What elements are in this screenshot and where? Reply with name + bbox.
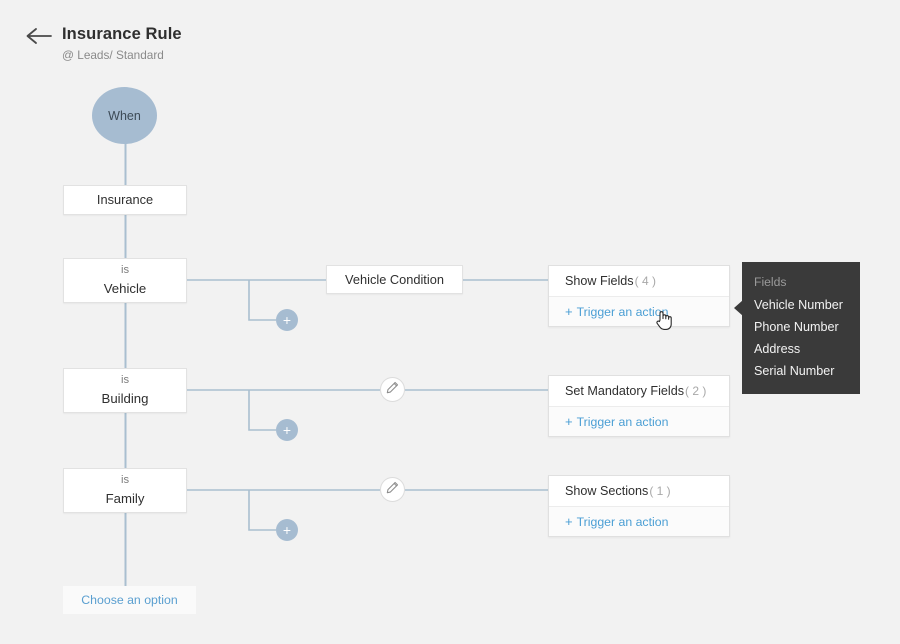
action-panel-show-sections: Show Sections ( 1 ) + Trigger an action xyxy=(548,475,730,537)
page-header: Insurance Rule @ Leads/ Standard xyxy=(0,0,900,70)
branch-node-value: Building xyxy=(102,391,149,407)
branch-node-building[interactable]: is Building xyxy=(63,368,187,413)
action-title-show-sections[interactable]: Show Sections ( 1 ) xyxy=(549,476,729,506)
action-panel-set-mandatory-fields: Set Mandatory Fields ( 2 ) + Trigger an … xyxy=(548,375,730,437)
action-title-label: Show Fields xyxy=(565,274,634,288)
action-title-set-mandatory-fields[interactable]: Set Mandatory Fields ( 2 ) xyxy=(549,376,729,406)
tooltip-header: Fields xyxy=(742,272,860,294)
trigger-action-link[interactable]: + Trigger an action xyxy=(549,407,729,436)
tooltip-list-item[interactable]: Address xyxy=(742,338,860,360)
branch-node-value: Family xyxy=(106,491,145,507)
action-panel-show-fields: Show Fields ( 4 ) + Trigger an action xyxy=(548,265,730,327)
condition-node-vehicle-condition[interactable]: Vehicle Condition xyxy=(326,265,463,294)
plus-icon: + xyxy=(565,415,573,428)
trigger-node-when[interactable]: When xyxy=(92,87,157,144)
add-branch-button[interactable]: + xyxy=(276,309,298,331)
branch-node-value: Vehicle xyxy=(104,281,147,297)
pencil-icon xyxy=(386,481,399,499)
action-title-show-fields[interactable]: Show Fields ( 4 ) xyxy=(549,266,729,296)
plus-icon: + xyxy=(565,305,573,318)
action-title-count: ( 4 ) xyxy=(635,274,656,288)
condition-node-label: Vehicle Condition xyxy=(345,272,444,287)
tooltip-list-item[interactable]: Serial Number xyxy=(742,360,860,382)
trigger-action-link[interactable]: + Trigger an action xyxy=(549,297,729,326)
add-branch-button[interactable]: + xyxy=(276,519,298,541)
choose-an-option-button[interactable]: Choose an option xyxy=(63,586,196,614)
pencil-icon xyxy=(386,381,399,399)
trigger-action-link[interactable]: + Trigger an action xyxy=(549,507,729,536)
fields-tooltip: Fields Vehicle Number Phone Number Addre… xyxy=(742,262,860,394)
page-title: Insurance Rule xyxy=(62,25,182,44)
trigger-action-label: Trigger an action xyxy=(577,415,669,429)
rule-root-node-label: Insurance xyxy=(97,192,153,207)
trigger-action-label: Trigger an action xyxy=(577,515,669,529)
tooltip-list-item[interactable]: Phone Number xyxy=(742,316,860,338)
back-arrow-icon[interactable] xyxy=(26,27,52,45)
rule-root-node-insurance[interactable]: Insurance xyxy=(63,185,187,215)
branch-node-operator: is xyxy=(121,474,129,487)
tooltip-list-item[interactable]: Vehicle Number xyxy=(742,294,860,316)
add-branch-button[interactable]: + xyxy=(276,419,298,441)
branch-node-operator: is xyxy=(121,374,129,387)
action-title-count: ( 1 ) xyxy=(649,484,670,498)
trigger-node-label: When xyxy=(108,109,141,123)
choose-an-option-label: Choose an option xyxy=(81,593,177,607)
branch-node-vehicle[interactable]: is Vehicle xyxy=(63,258,187,303)
action-title-count: ( 2 ) xyxy=(685,384,706,398)
rule-builder-canvas: Insurance Rule @ Leads/ Standard xyxy=(0,0,900,644)
branch-node-family[interactable]: is Family xyxy=(63,468,187,513)
edit-condition-button[interactable] xyxy=(380,477,405,502)
plus-icon: + xyxy=(283,523,291,537)
page-subtitle: @ Leads/ Standard xyxy=(62,48,164,62)
trigger-action-label: Trigger an action xyxy=(577,305,669,319)
plus-icon: + xyxy=(565,515,573,528)
edit-condition-button[interactable] xyxy=(380,377,405,402)
action-title-label: Set Mandatory Fields xyxy=(565,384,684,398)
branch-node-operator: is xyxy=(121,264,129,277)
plus-icon: + xyxy=(283,423,291,437)
plus-icon: + xyxy=(283,313,291,327)
action-title-label: Show Sections xyxy=(565,484,648,498)
tooltip-arrow-icon xyxy=(734,300,743,316)
